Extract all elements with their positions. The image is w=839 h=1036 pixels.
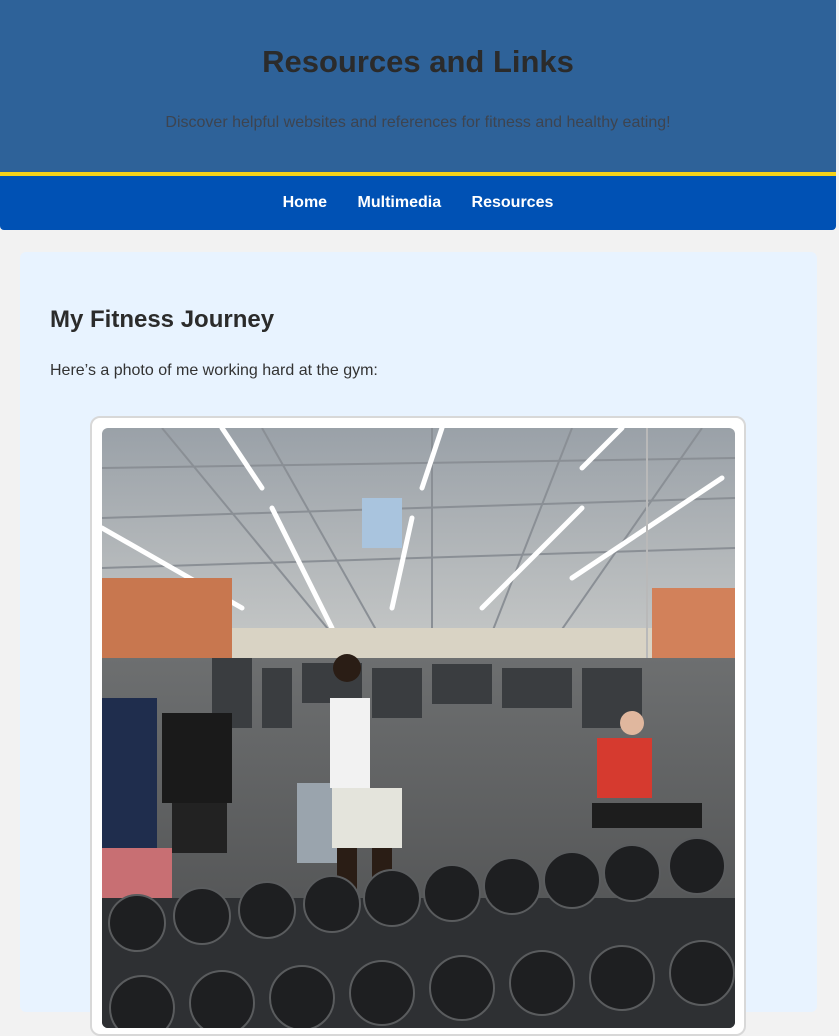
page-title: Resources and Links (262, 44, 574, 79)
photo-frame (90, 416, 746, 1036)
section-heading: My Fitness Journey (50, 306, 275, 333)
page-header: Resources and Links Discover helpful web… (0, 0, 836, 172)
content-section: My Fitness Journey Here’s a photo of me … (20, 252, 817, 1036)
nav-link-multimedia[interactable]: Multimedia (358, 176, 442, 230)
gym-photo (102, 428, 735, 1028)
nav-link-home[interactable]: Home (283, 176, 327, 230)
main-nav: Home Multimedia Resources (0, 172, 836, 230)
section-intro: Here’s a photo of me working hard at the… (50, 362, 378, 379)
page-subtitle: Discover helpful websites and references… (165, 114, 671, 131)
nav-link-resources[interactable]: Resources (472, 176, 554, 230)
